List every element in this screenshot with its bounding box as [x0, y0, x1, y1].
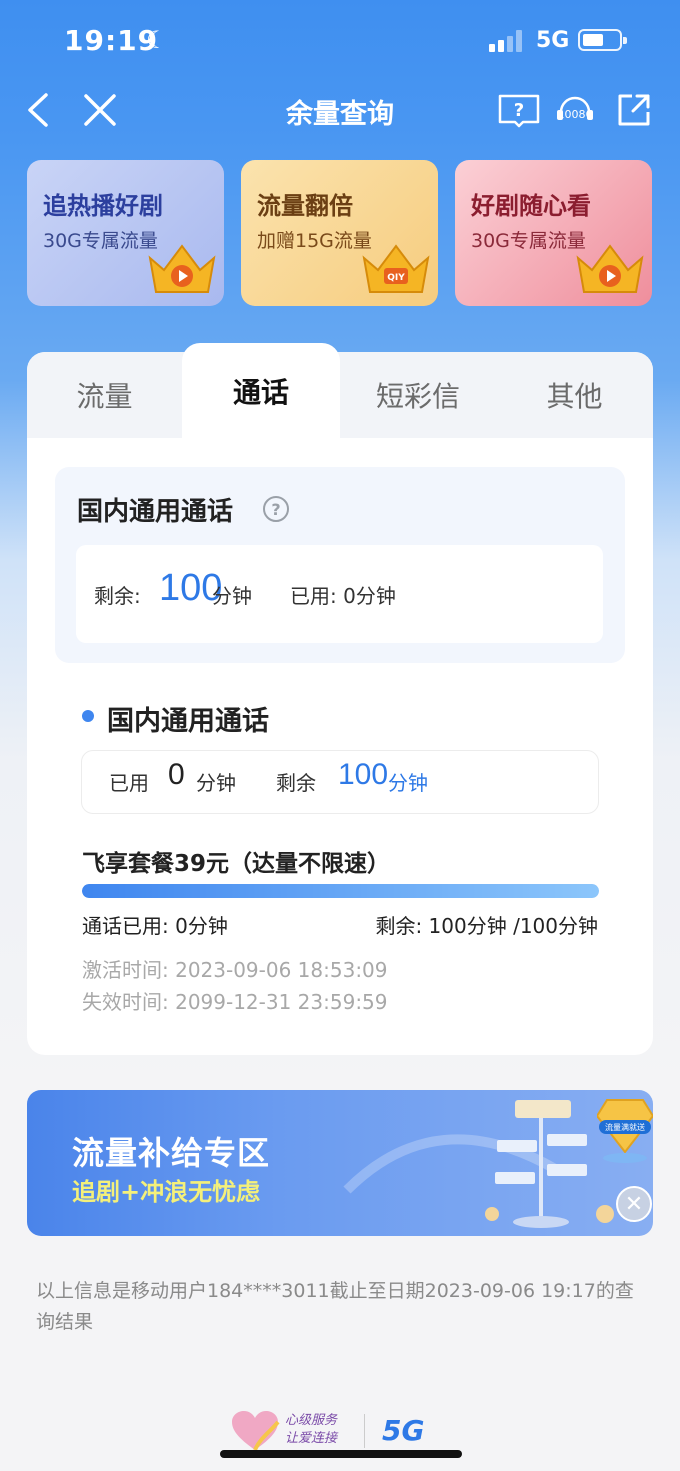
status-bar: 19:19 ☾ 5G — [0, 0, 680, 80]
crown-qiy-icon: QIY — [362, 244, 430, 293]
brand-logo: 心级服务 让爱连接 5G — [230, 1408, 450, 1454]
summary-used: 已用: 0分钟 — [290, 584, 396, 608]
tab-sms[interactable]: 短彩信 — [340, 352, 496, 438]
query-result-note: 以上信息是移动用户184****3011截止至日期2023-09-06 19:1… — [36, 1280, 634, 1333]
promo-banner[interactable]: 流量补给专区 追剧+冲浪无忧虑 流量满就送 ✕ — [27, 1090, 653, 1236]
battery-icon — [578, 29, 627, 51]
summary-title: 国内通用通话 — [77, 497, 234, 527]
logo-slogan: 心级服务 让爱连接 — [285, 1413, 338, 1446]
call-remain: 剩余: 100分钟 /100分钟 — [375, 914, 598, 938]
promo-card-3[interactable]: 好剧随心看 30G专属流量 — [455, 160, 652, 306]
expiry-time: 失效时间: 2099-12-31 23:59:59 — [82, 990, 388, 1014]
service-number: 10086 — [558, 108, 593, 121]
help-book-icon[interactable]: ? — [496, 88, 542, 132]
plan-name: 飞享套餐39元（达量不限速） — [82, 851, 391, 877]
5g-logo: 5G — [382, 1414, 425, 1447]
diamond-badge-icon: 流量满就送 — [597, 1099, 653, 1163]
tab-data[interactable]: 流量 — [27, 352, 182, 438]
promo-subtitle: 30G专属流量 — [471, 230, 586, 252]
banner-title: 流量补给专区 — [72, 1134, 271, 1172]
logo-divider — [364, 1414, 365, 1448]
signal-icon — [489, 30, 527, 52]
promo-subtitle: 30G专属流量 — [43, 230, 158, 252]
detail-remain-value: 100 — [338, 758, 389, 791]
question-icon[interactable]: ? — [263, 496, 289, 522]
tab-other[interactable]: 其他 — [496, 352, 653, 438]
promo-card-2[interactable]: 流量翻倍 加赠15G流量 QIY — [241, 160, 438, 306]
moon-icon: ☾ — [146, 26, 168, 54]
summary-remain-label: 剩余: — [94, 584, 141, 608]
promo-card-1[interactable]: 追热播好剧 30G专属流量 — [27, 160, 224, 306]
detail-used-value: 0 — [168, 758, 185, 791]
detail-remain-label: 剩余 — [276, 771, 316, 795]
promo-title: 流量翻倍 — [257, 192, 353, 220]
tab-calls[interactable]: 通话 — [182, 343, 340, 438]
bullet-dot — [82, 710, 94, 722]
call-used: 通话已用: 0分钟 — [82, 914, 228, 938]
detail-title: 国内通用通话 — [107, 706, 269, 737]
promo-title: 追热播好剧 — [43, 192, 163, 220]
progress-fill — [82, 884, 599, 898]
promo-title: 好剧随心看 — [471, 192, 591, 220]
network-type: 5G — [536, 28, 570, 53]
home-indicator[interactable] — [220, 1450, 462, 1458]
usage-progress-bar — [82, 884, 599, 898]
crown-play-icon — [576, 244, 644, 293]
banner-close-icon[interactable]: ✕ — [616, 1186, 652, 1222]
customer-service-icon[interactable]: 10086 — [553, 88, 597, 132]
badge-text: 流量满就送 — [605, 1122, 645, 1132]
summary-remain-unit: 分钟 — [212, 584, 252, 608]
nav-bar: 余量查询 ? 10086 — [0, 80, 680, 144]
detail-remain-unit: 分钟 — [388, 771, 428, 795]
banner-subtitle: 追剧+冲浪无忧虑 — [72, 1178, 261, 1206]
promo-subtitle: 加赠15G流量 — [257, 230, 372, 252]
share-icon[interactable] — [612, 88, 656, 132]
status-time: 19:19 — [64, 24, 159, 57]
activation-time: 激活时间: 2023-09-06 18:53:09 — [82, 958, 388, 982]
svg-text:?: ? — [514, 100, 524, 121]
heart-logo-icon — [232, 1411, 280, 1451]
detail-used-unit: 分钟 — [196, 771, 236, 795]
detail-used-label: 已用 — [109, 771, 149, 795]
svg-text:QIY: QIY — [387, 273, 405, 283]
crown-play-icon — [148, 244, 216, 293]
